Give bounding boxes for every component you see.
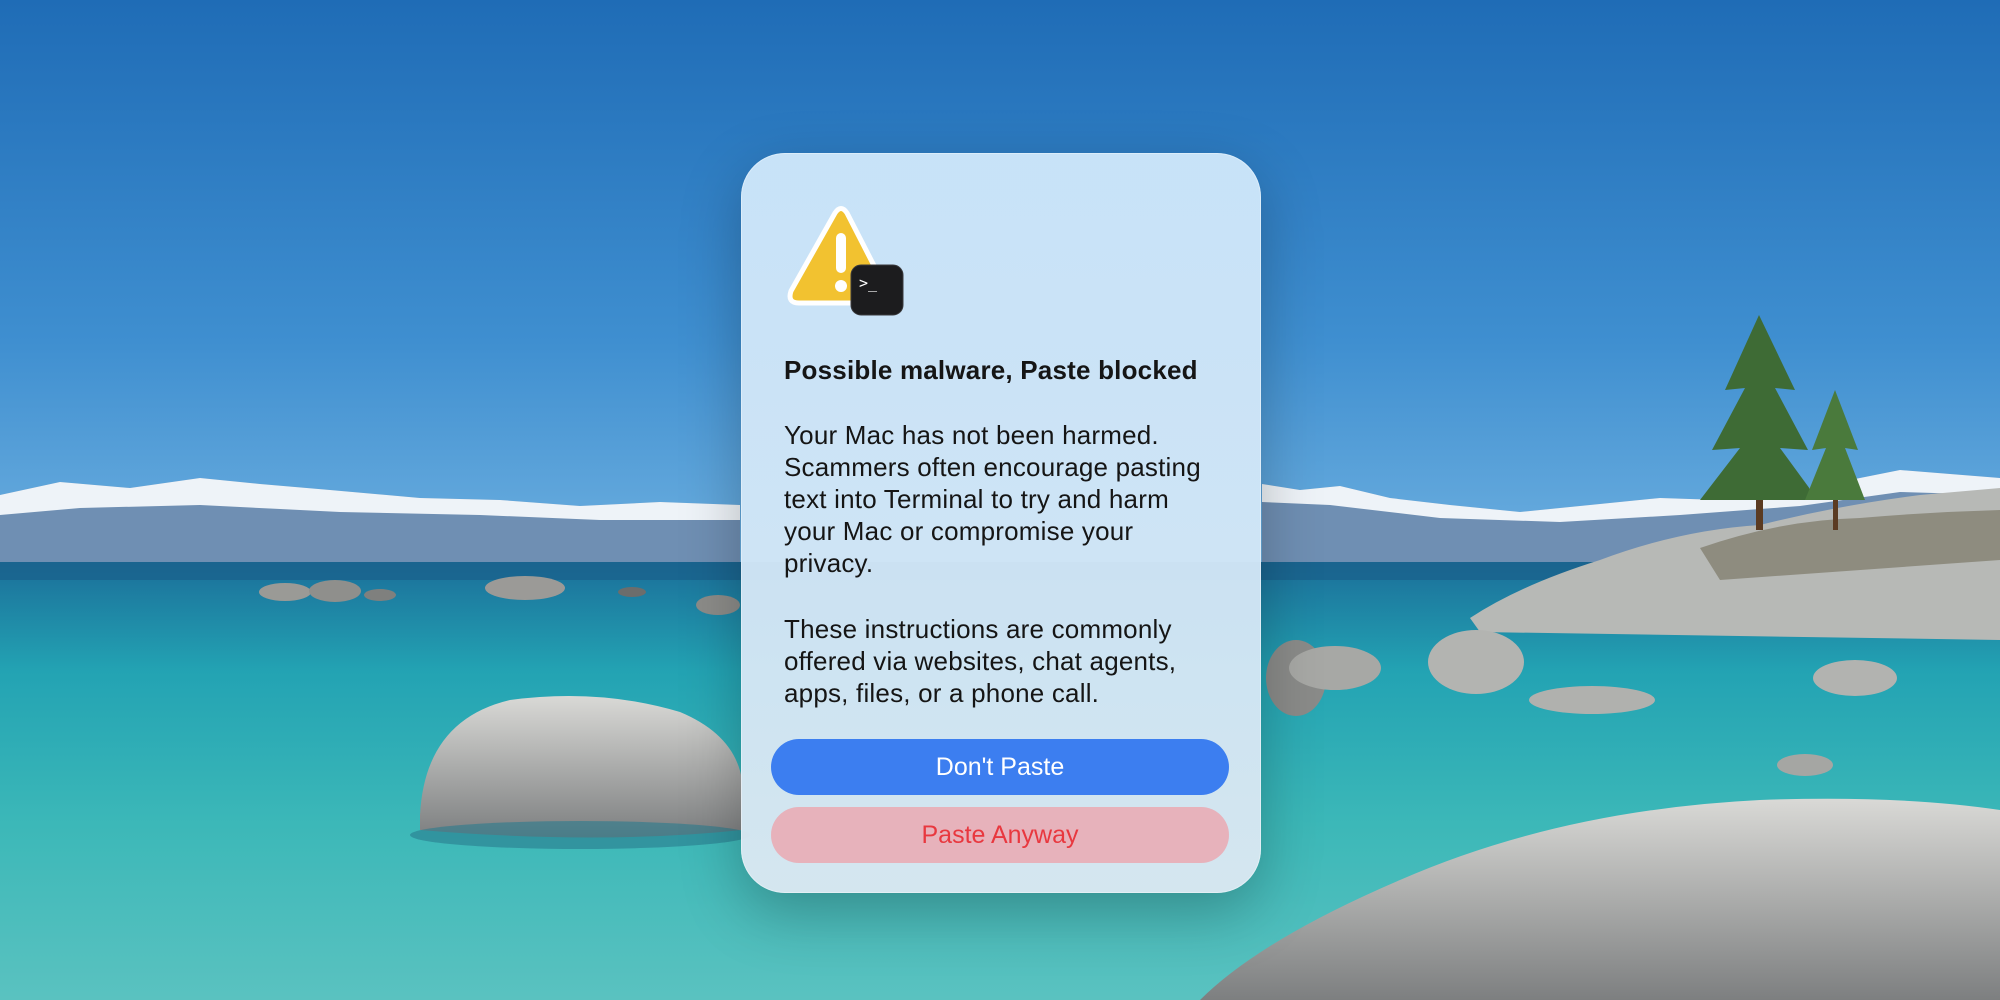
alert-message-paragraph-1: Your Mac has not been harmed. Scammers o… [784, 419, 1234, 579]
message-line: your Mac or compromise your [784, 516, 1134, 546]
dont-paste-button[interactable]: Don't Paste [771, 739, 1229, 795]
paste-blocked-alert: >_ Possible malware, Paste blocked Your … [741, 153, 1261, 893]
terminal-icon: >_ [850, 264, 904, 316]
svg-text:>_: >_ [859, 274, 878, 292]
message-line: Your Mac has not been harmed. [784, 420, 1159, 450]
warning-terminal-icon: >_ [783, 205, 905, 317]
alert-message-paragraph-2: These instructions are commonly offered … [784, 613, 1234, 709]
alert-title: Possible malware, Paste blocked [784, 355, 1198, 385]
message-line: offered via websites, chat agents, [784, 646, 1177, 676]
message-line: Scammers often encourage pasting [784, 452, 1201, 482]
message-line: apps, files, or a phone call. [784, 678, 1100, 708]
paste-anyway-button[interactable]: Paste Anyway [771, 807, 1229, 863]
message-line: These instructions are commonly [784, 614, 1172, 644]
message-line: privacy. [784, 548, 874, 578]
message-line: text into Terminal to try and harm [784, 484, 1169, 514]
